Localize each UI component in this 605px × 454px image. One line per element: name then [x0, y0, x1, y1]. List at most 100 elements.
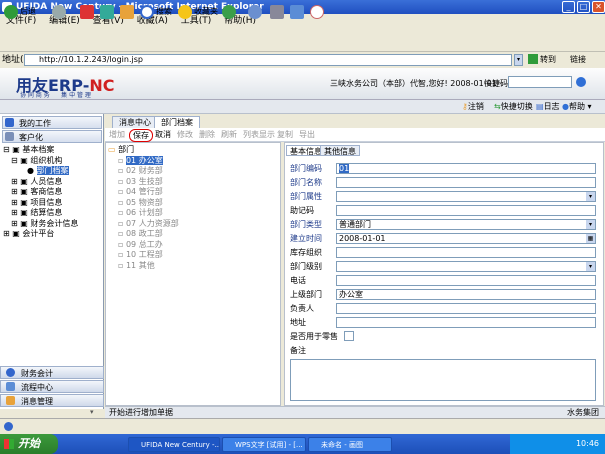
list-view-button[interactable]: 列表显示 — [243, 128, 275, 142]
dept-item[interactable]: ▫ 07 人力资源部 — [108, 219, 179, 230]
address-dropdown[interactable]: ▾ — [514, 54, 523, 66]
dept-type-select[interactable]: 普通部门 ▾ — [336, 219, 596, 230]
chevron-down-icon[interactable]: ▾ — [586, 192, 595, 201]
print-button[interactable] — [270, 4, 286, 20]
links-button[interactable]: 链接 — [570, 53, 586, 67]
maximize-button[interactable]: □ — [577, 1, 590, 13]
label-retail: 是否用于零售 — [290, 332, 338, 341]
dept-item[interactable]: ▫ 10 工程部 — [108, 250, 179, 261]
nav-finance[interactable]: 财务会计 — [0, 366, 104, 379]
mail-button[interactable] — [248, 4, 264, 20]
messenger-button[interactable] — [310, 4, 326, 20]
mnemonic-input[interactable] — [336, 205, 596, 216]
parent-dept-input[interactable]: 办公室 — [336, 289, 596, 300]
minimize-button[interactable]: _ — [562, 1, 575, 13]
tab-message-center[interactable]: 消息中心 — [112, 116, 158, 128]
dept-code-input[interactable]: 01 — [336, 163, 596, 174]
print-icon — [270, 4, 284, 19]
close-button[interactable]: ✕ — [592, 1, 605, 13]
action-bar: 增加 保存 取消 修改 删除 刷新 列表显示 复制 导出 — [105, 128, 605, 142]
add-button[interactable]: 增加 — [109, 128, 125, 142]
search-button[interactable]: 搜索 — [140, 4, 172, 20]
delete-button[interactable]: 删除 — [199, 128, 215, 142]
label-dept-level: 部门级别 — [290, 262, 322, 271]
logout-link[interactable]: ⚷注销 — [462, 101, 484, 113]
tree-node-dept-archive[interactable]: ● 部门档案 — [3, 166, 78, 177]
tree-node-organization[interactable]: ⊟ ▣ 组织机构 — [3, 156, 78, 167]
nav-messages[interactable]: 消息管理 — [0, 394, 104, 407]
quick-code-input[interactable] — [508, 76, 572, 88]
taskbar-item-ie[interactable]: UFIDA New Century -... — [128, 437, 220, 452]
dept-item[interactable]: ▫ 05 物资部 — [108, 198, 179, 209]
dept-level-select[interactable]: ▾ — [336, 261, 596, 272]
forward-button[interactable] — [52, 4, 68, 20]
tree-node-accounting-platform[interactable]: ⊞ ▣ 会计平台 — [3, 229, 78, 240]
dept-item[interactable]: ▫ 09 总工办 — [108, 240, 179, 251]
home-icon — [120, 4, 134, 19]
chevron-down-icon[interactable]: ▾ — [586, 262, 595, 271]
dept-item[interactable]: ▫ 03 生技部 — [108, 177, 179, 188]
taskbar-item-wps[interactable]: WPS文字 [试用] - [... — [222, 437, 306, 452]
go-arrow-icon[interactable] — [528, 54, 538, 64]
dept-item[interactable]: ▫ 02 财务部 — [108, 166, 179, 177]
edit-button[interactable]: 修改 — [177, 128, 193, 142]
go-button[interactable]: 转到 — [540, 53, 556, 67]
copy-button[interactable]: 复制 — [277, 128, 293, 142]
taskbar-item-paint[interactable]: 未命名 - 画图 — [308, 437, 392, 452]
label-parent-dept: 上级部门 — [290, 290, 322, 299]
quick-code-go-icon[interactable] — [576, 77, 586, 87]
favorites-button[interactable]: 收藏夹 — [178, 4, 218, 20]
edit-page-button[interactable] — [290, 4, 306, 20]
tree-node-basic-archives[interactable]: ⊟ ▣ 基本档案 — [3, 145, 78, 156]
switch-icon: ⇆ — [494, 102, 501, 111]
history-button[interactable] — [222, 4, 238, 20]
phone-input[interactable] — [336, 275, 596, 286]
back-button[interactable]: 后退 — [4, 4, 36, 20]
nav-workflow[interactable]: 流程中心 — [0, 380, 104, 393]
cancel-button[interactable]: 取消 — [155, 128, 171, 142]
tab-dept-archive[interactable]: 部门档案 — [154, 116, 200, 128]
dept-item[interactable]: ▫ 01 办公室 — [108, 155, 179, 167]
dept-item[interactable]: ▫ 11 其他 — [108, 261, 179, 272]
label-dept-type: 部门类型 — [290, 220, 322, 229]
refresh-action-button[interactable]: 刷新 — [221, 128, 237, 142]
computer-icon — [5, 132, 14, 141]
calendar-icon[interactable]: ▦ — [586, 234, 595, 243]
tree-node-settlement[interactable]: ⊞ ▣ 结算信息 — [3, 208, 78, 219]
windows-logo-icon — [4, 439, 14, 449]
label-remark: 备注 — [290, 346, 306, 355]
stop-icon — [80, 4, 94, 19]
tab-other-info[interactable]: 其他信息 — [320, 145, 360, 156]
save-button[interactable]: 保存 — [129, 129, 153, 142]
address-field[interactable] — [336, 317, 596, 328]
nav-section-my-work[interactable]: 我的工作 — [2, 116, 102, 129]
dept-attr-select[interactable]: ▾ — [336, 191, 596, 202]
messenger-icon — [310, 4, 324, 19]
dept-tree-root[interactable]: ▭ 部门 — [108, 145, 179, 156]
export-button[interactable]: 导出 — [299, 128, 315, 142]
inventory-org-input[interactable] — [336, 247, 596, 258]
nav-collapse-icon[interactable]: ▾ — [90, 408, 94, 416]
tree-node-finance-info[interactable]: ⊞ ▣ 财务会计信息 — [3, 219, 78, 230]
refresh-button[interactable] — [100, 4, 116, 20]
chevron-down-icon[interactable]: ▾ — [586, 220, 595, 229]
nav-section-customize[interactable]: 客户化 — [2, 130, 102, 143]
quick-switch-link[interactable]: ⇆快捷切换 — [494, 101, 533, 113]
remark-textarea[interactable] — [290, 359, 596, 401]
tree-node-customer-supplier[interactable]: ⊞ ▣ 客商信息 — [3, 187, 78, 198]
dept-item[interactable]: ▫ 04 管行部 — [108, 187, 179, 198]
retail-checkbox[interactable] — [344, 331, 354, 341]
address-input[interactable]: http://10.1.2.243/login.jsp — [24, 54, 512, 66]
label-dept-name: 部门名称 — [290, 178, 322, 187]
created-date-input[interactable]: 2008-01-01 ▦ — [336, 233, 596, 244]
log-link[interactable]: ▤日志 — [536, 101, 560, 113]
tree-node-project[interactable]: ⊞ ▣ 项目信息 — [3, 198, 78, 209]
dept-item[interactable]: ▫ 06 计划部 — [108, 208, 179, 219]
help-link[interactable]: ●帮助 ▾ — [562, 101, 592, 113]
home-button[interactable] — [120, 4, 136, 20]
dept-item[interactable]: ▫ 08 政工部 — [108, 229, 179, 240]
dept-name-input[interactable] — [336, 177, 596, 188]
tree-node-personnel[interactable]: ⊞ ▣ 人员信息 — [3, 177, 78, 188]
manager-input[interactable] — [336, 303, 596, 314]
stop-button[interactable] — [80, 4, 96, 20]
